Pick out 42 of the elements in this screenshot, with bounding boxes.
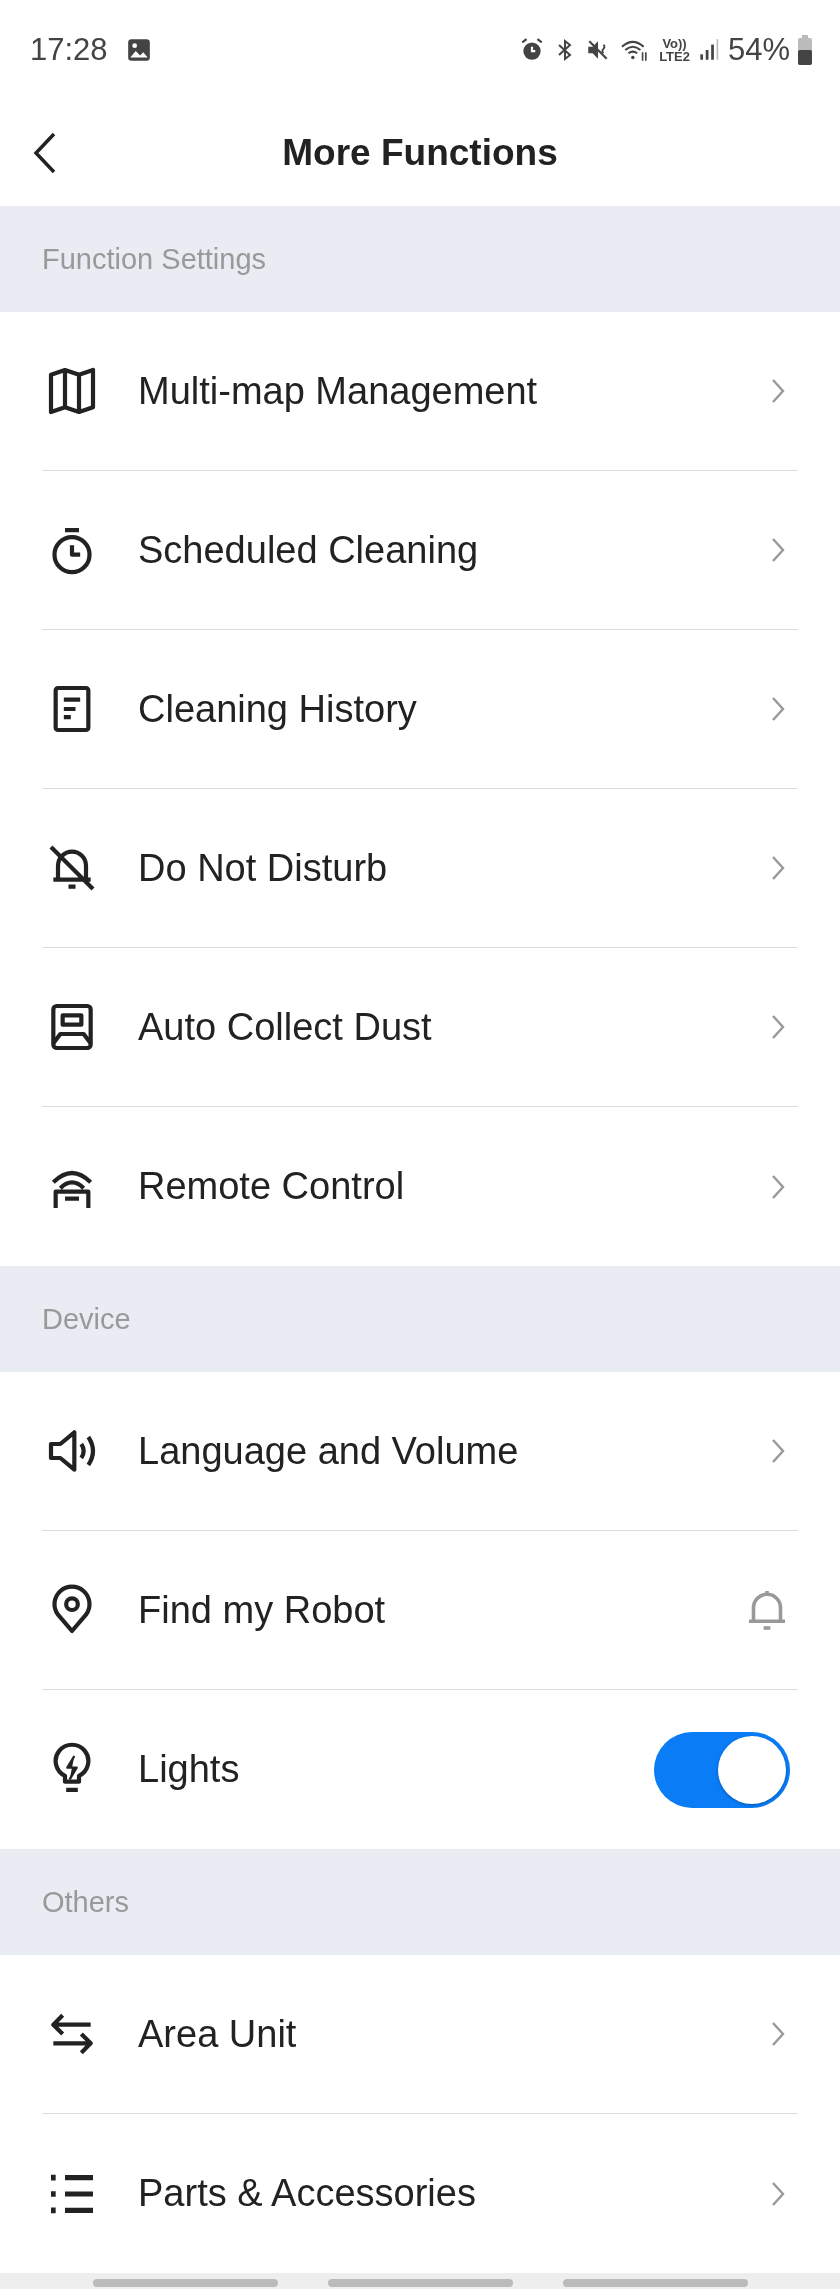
chevron-right-icon: [770, 2020, 786, 2048]
page-title: More Functions: [282, 132, 558, 174]
row-label: Area Unit: [138, 2012, 298, 2056]
signal-icon: [697, 37, 720, 63]
settings-row[interactable]: Find my Robot: [42, 1531, 798, 1690]
row-label: Lights: [138, 1748, 241, 1791]
settings-row[interactable]: Scheduled Cleaning: [42, 471, 798, 630]
chevron-right-icon: [770, 1013, 786, 1041]
row-label: Language and Volume: [138, 1429, 520, 1473]
nav-handle[interactable]: [562, 2279, 748, 2287]
row-label: Find my Robot: [138, 1588, 387, 1632]
section-header: Function Settings: [0, 206, 840, 312]
settings-row[interactable]: Language and Volume: [42, 1372, 798, 1531]
settings-row[interactable]: Remote Control: [42, 1107, 798, 1266]
chevron-right-icon: [770, 536, 786, 564]
settings-row[interactable]: Lights: [42, 1690, 798, 1849]
row-label: Do Not Disturb: [138, 846, 389, 890]
settings-row[interactable]: Auto Collect Dust: [42, 948, 798, 1107]
image-icon: [125, 37, 152, 63]
row-label: Cleaning History: [138, 687, 418, 731]
chevron-right-icon: [770, 695, 786, 723]
chevron-right-icon: [770, 854, 786, 882]
row-label: Scheduled Cleaning: [138, 528, 480, 572]
nav-handle[interactable]: [327, 2279, 513, 2287]
section-header: Others: [0, 1849, 840, 1955]
settings-row[interactable]: Cleaning History: [42, 630, 798, 789]
row-label: Auto Collect Dust: [138, 1005, 433, 1049]
settings-row[interactable]: Multi-map Management: [42, 312, 798, 471]
row-label: Multi-map Management: [138, 369, 539, 413]
settings-row[interactable]: Area Unit: [42, 1955, 798, 2114]
battery-icon: [798, 35, 812, 65]
chevron-right-icon: [770, 1437, 786, 1465]
nav-handle[interactable]: [92, 2279, 278, 2287]
status-time: 17:28: [30, 32, 108, 68]
row-label: Parts & Accessories: [138, 2172, 477, 2215]
section-header: Device: [0, 1266, 840, 1372]
settings-row[interactable]: Parts & Accessories: [42, 2114, 798, 2273]
battery-percent: 54%: [727, 32, 790, 68]
chevron-right-icon: [770, 377, 786, 405]
settings-row[interactable]: Do Not Disturb: [42, 789, 798, 948]
row-label: Remote Control: [138, 1165, 406, 1208]
network-label: Vo)) LTE2: [659, 37, 690, 63]
